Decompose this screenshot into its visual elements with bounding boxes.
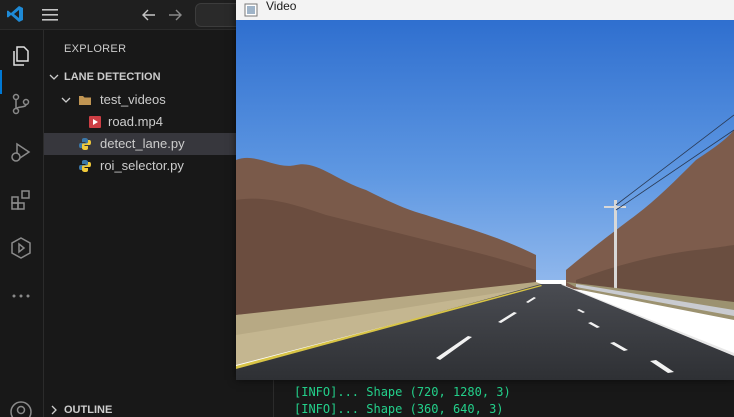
chevron-down-icon <box>49 74 59 80</box>
hamburger-icon[interactable] <box>41 8 59 22</box>
vscode-logo-icon[interactable] <box>6 5 24 23</box>
outline-section-header[interactable]: OUTLINE <box>44 399 274 417</box>
source-control-icon[interactable] <box>9 92 33 116</box>
activity-bar <box>0 30 44 417</box>
arrow-right-icon[interactable] <box>166 6 184 24</box>
video-window[interactable]: Video <box>236 0 734 380</box>
window-app-icon <box>244 3 258 17</box>
video-frame <box>236 20 734 380</box>
explorer-title: EXPLORER <box>64 43 127 55</box>
terminal-line: [INFO]... Shape (720, 1280, 3) <box>294 385 511 399</box>
tree-item-label: road.mp4 <box>108 114 163 129</box>
chevron-down-icon <box>61 97 71 103</box>
account-icon[interactable] <box>9 400 33 417</box>
video-file-icon <box>89 116 101 128</box>
project-name: LANE DETECTION <box>64 71 161 83</box>
active-indicator <box>0 70 2 94</box>
arrow-left-icon[interactable] <box>140 6 158 24</box>
chevron-right-icon <box>51 405 57 415</box>
python-file-icon <box>79 138 91 150</box>
python-file-icon <box>79 160 91 172</box>
tree-item-label: roi_selector.py <box>100 158 184 173</box>
run-debug-icon[interactable] <box>9 140 33 164</box>
folder-icon <box>79 96 91 105</box>
more-icon[interactable] <box>9 284 33 308</box>
remote-icon[interactable] <box>9 236 33 260</box>
video-window-titlebar[interactable]: Video <box>236 0 734 20</box>
extensions-icon[interactable] <box>9 188 33 212</box>
terminal-panel[interactable]: [INFO]... Shape (720, 1280, 3) [INFO]...… <box>275 380 734 417</box>
explorer-icon[interactable] <box>9 44 33 68</box>
video-window-title: Video <box>266 0 297 13</box>
outline-label: OUTLINE <box>64 404 113 416</box>
terminal-line: [INFO]... Shape (360, 640, 3) <box>294 402 504 416</box>
tree-item-label: detect_lane.py <box>100 136 185 151</box>
tree-item-label: test_videos <box>100 92 166 107</box>
